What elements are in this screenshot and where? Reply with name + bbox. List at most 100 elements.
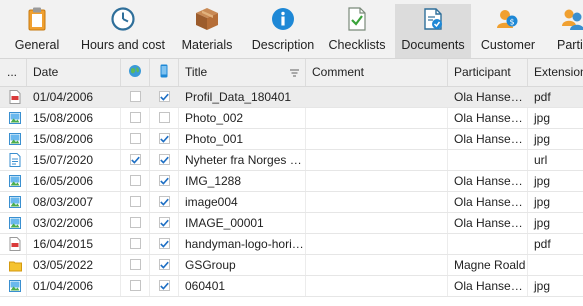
web-checkbox[interactable] — [130, 112, 141, 123]
cell-date: 16/04/2015 — [27, 234, 121, 254]
table-row[interactable]: 15/07/2020 Nyheter fra Norges m... url — [0, 150, 583, 171]
info-icon — [270, 6, 296, 32]
cell-title: 060401 — [179, 276, 306, 296]
image-file-icon — [9, 216, 21, 230]
web-checkbox[interactable] — [130, 91, 141, 102]
cell-extension: jpg — [528, 276, 583, 296]
table-row[interactable]: 08/03/2007 image004 Ola Hansen jr jpg — [0, 192, 583, 213]
mobile-checkbox[interactable] — [159, 280, 170, 291]
folder-icon — [9, 258, 22, 272]
tab-description[interactable]: Description — [247, 4, 319, 58]
cell-title: handyman-logo-horiz... — [179, 234, 306, 254]
box-icon — [194, 6, 220, 32]
mobile-checkbox[interactable] — [159, 259, 170, 270]
cell-web — [121, 150, 150, 170]
url-file-icon — [9, 153, 21, 167]
web-checkbox[interactable] — [130, 280, 141, 291]
web-checkbox[interactable] — [130, 259, 141, 270]
cell-mobile — [150, 87, 179, 107]
image-file-icon — [9, 132, 21, 146]
participants-icon — [560, 6, 583, 32]
tab-materials-label: Materials — [181, 38, 233, 52]
column-header-comment[interactable]: Comment — [306, 59, 448, 86]
web-checkbox[interactable] — [130, 196, 141, 207]
tab-checklists-label: Checklists — [328, 38, 386, 52]
cell-participant — [448, 150, 528, 170]
cell-extension: jpg — [528, 171, 583, 191]
table-row[interactable]: 15/08/2006 Photo_002 Ola Hansen jr jpg — [0, 108, 583, 129]
cell-web — [121, 108, 150, 128]
cell-title: GSGroup — [179, 255, 306, 275]
phone-icon — [160, 64, 168, 79]
mobile-checkbox[interactable] — [159, 112, 170, 123]
table-row[interactable]: 16/05/2006 IMG_1288 Ola Hansen jr jpg — [0, 171, 583, 192]
table-row[interactable]: 03/05/2022 GSGroup Magne Roald — [0, 255, 583, 276]
cell-extension: jpg — [528, 108, 583, 128]
tab-documents[interactable]: Documents — [395, 4, 471, 58]
column-header-extension[interactable]: Extension — [528, 59, 583, 86]
table-row[interactable]: 03/02/2006 IMAGE_00001 Ola Hansen jr jpg — [0, 213, 583, 234]
table-row[interactable]: 01/04/2006 Profil_Data_180401 Ola Hansen j… — [0, 87, 583, 108]
tab-materials[interactable]: Materials — [174, 4, 240, 58]
cell-mobile — [150, 276, 179, 296]
checklist-icon — [344, 6, 370, 32]
cell-comment — [306, 255, 448, 275]
cell-participant: Ola Hansen jr — [448, 129, 528, 149]
tab-customer[interactable]: $ Customer — [476, 4, 540, 58]
cell-mobile — [150, 234, 179, 254]
table-row[interactable]: 16/04/2015 handyman-logo-horiz... pdf — [0, 234, 583, 255]
cell-date: 15/07/2020 — [27, 150, 121, 170]
table-row[interactable]: 15/08/2006 Photo_001 Ola Hansen jr jpg — [0, 129, 583, 150]
web-checkbox[interactable] — [130, 133, 141, 144]
column-header-type[interactable]: ... — [0, 59, 27, 86]
column-header-date[interactable]: Date — [27, 59, 121, 86]
mobile-checkbox[interactable] — [159, 154, 170, 165]
cell-mobile — [150, 213, 179, 233]
cell-participant: Ola Hansen jr — [448, 87, 528, 107]
cell-web — [121, 234, 150, 254]
cell-extension: jpg — [528, 213, 583, 233]
table-row[interactable]: 01/04/2006 060401 Ola Hansen jr jpg — [0, 276, 583, 297]
ribbon-toolbar: General Hours and cost Materials Descrip… — [0, 0, 583, 59]
image-file-icon — [9, 279, 21, 293]
tab-customer-label: Customer — [480, 38, 536, 52]
mobile-checkbox[interactable] — [159, 175, 170, 186]
documents-grid: ... Date Title Comment Participant Exten… — [0, 59, 583, 306]
cell-file-type — [0, 108, 27, 128]
tab-general[interactable]: General — [0, 4, 74, 58]
cell-mobile — [150, 129, 179, 149]
cell-comment — [306, 213, 448, 233]
mobile-checkbox[interactable] — [159, 133, 170, 144]
cell-comment — [306, 234, 448, 254]
column-header-mobile[interactable] — [150, 59, 179, 86]
mobile-checkbox[interactable] — [159, 196, 170, 207]
svg-text:$: $ — [509, 18, 514, 27]
mobile-checkbox[interactable] — [159, 217, 170, 228]
cell-participant: Ola Hansen jr — [448, 192, 528, 212]
documents-icon — [420, 6, 446, 32]
column-header-title[interactable]: Title — [179, 59, 306, 86]
cell-comment — [306, 171, 448, 191]
cell-date: 08/03/2007 — [27, 192, 121, 212]
column-header-web[interactable] — [121, 59, 150, 86]
tab-checklists[interactable]: Checklists — [326, 4, 388, 58]
web-checkbox[interactable] — [130, 175, 141, 186]
tab-hours-and-cost[interactable]: Hours and cost — [76, 4, 170, 58]
globe-icon — [128, 65, 142, 79]
web-checkbox[interactable] — [130, 154, 141, 165]
mobile-checkbox[interactable] — [159, 91, 170, 102]
tab-hours-and-cost-label: Hours and cost — [80, 38, 166, 52]
column-header-participant[interactable]: Participant — [448, 59, 528, 86]
tab-general-label: General — [14, 38, 60, 52]
cell-date: 01/04/2006 — [27, 276, 121, 296]
web-checkbox[interactable] — [130, 217, 141, 228]
image-file-icon — [9, 195, 21, 209]
mobile-checkbox[interactable] — [159, 238, 170, 249]
cell-file-type — [0, 276, 27, 296]
cell-date: 01/04/2006 — [27, 87, 121, 107]
clock-icon — [110, 6, 136, 32]
cell-participant: Ola Hansen jr — [448, 276, 528, 296]
tab-participants[interactable]: Partic — [548, 4, 583, 58]
web-checkbox[interactable] — [130, 238, 141, 249]
cell-comment — [306, 150, 448, 170]
